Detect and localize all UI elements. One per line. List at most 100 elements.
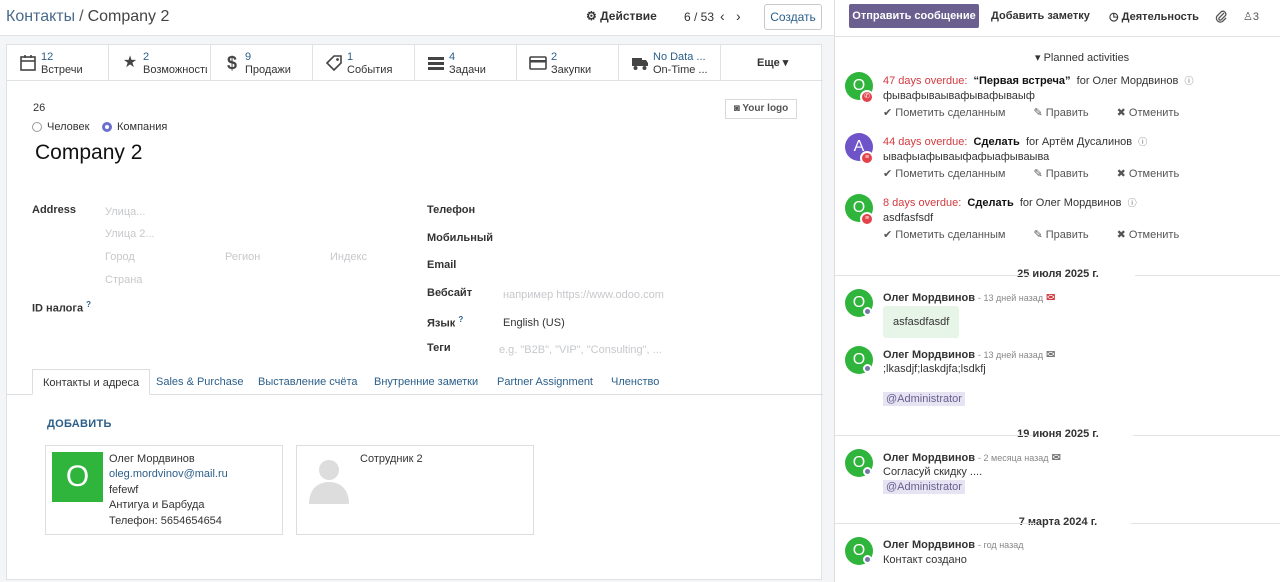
smart-button-tasks[interactable]: 4 Задачи — [415, 45, 517, 81]
activity-summary: Сделать — [973, 136, 1020, 148]
chevron-left-icon[interactable]: ‹ — [720, 8, 725, 24]
cancel-button[interactable]: ✖ Отменить — [1117, 168, 1194, 180]
mention-tag[interactable]: @Administrator — [883, 480, 965, 494]
street2-input[interactable]: Улица 2... — [105, 228, 155, 240]
help-icon[interactable]: ? — [458, 315, 463, 324]
activity-summary: “Первая встреча” — [973, 75, 1071, 87]
overdue-label: 8 days overdue: — [883, 197, 962, 209]
create-button[interactable]: Создать — [764, 4, 822, 30]
radio-label: Человек — [47, 121, 90, 133]
tags-input[interactable]: e.g. "B2B", "VIP", "Consulting", ... — [499, 344, 662, 356]
user-icon: ♙ — [1243, 11, 1253, 23]
cancel-button[interactable]: ✖ Отменить — [1117, 107, 1194, 119]
smart-button-label: On-Time ... — [653, 64, 708, 76]
message-author: Олег Мордвинов - год назад — [883, 539, 1023, 551]
message-time: - 13 дней назад — [978, 293, 1044, 303]
date-label: 25 июля 2025 г. — [1017, 268, 1099, 280]
author-name[interactable]: Олег Мордвинов — [883, 539, 975, 551]
edit-button[interactable]: ✎ Править — [1033, 107, 1102, 119]
smart-button-purchases[interactable]: 2 Закупки — [517, 45, 619, 81]
paperclip-icon[interactable] — [1215, 9, 1227, 26]
action-button[interactable]: ⚙ Действие — [586, 9, 657, 23]
smart-button-opportunities[interactable]: ★ 2 Возможности — [109, 45, 211, 81]
send-message-button[interactable]: Отправить сообщение — [849, 4, 979, 28]
country-select[interactable]: Страна — [105, 274, 142, 286]
planned-activities-toggle[interactable]: ▾ Planned activities — [1035, 51, 1129, 64]
activity-label: Деятельность — [1121, 11, 1199, 23]
divider — [835, 435, 1033, 436]
radio-company[interactable]: Компания — [102, 121, 167, 133]
website-input[interactable]: например https://www.odoo.com — [503, 289, 664, 301]
smart-button-label: Встречи — [41, 64, 83, 76]
radio-person[interactable]: Человек — [32, 121, 89, 133]
smart-button-count: No Data ... — [653, 51, 706, 63]
tab-partner-assignment[interactable]: Partner Assignment — [487, 369, 603, 395]
company-name-field[interactable]: Company 2 — [35, 141, 142, 165]
city-input[interactable]: Город — [105, 251, 135, 263]
clock-icon: ◷ — [1109, 11, 1119, 23]
help-icon[interactable]: ? — [86, 300, 91, 309]
language-select[interactable]: English (US) — [503, 317, 565, 329]
smart-button-count: 2 — [143, 51, 150, 63]
smart-button-sales[interactable]: $ 9 Продажи — [211, 45, 313, 81]
truck-icon — [631, 54, 649, 72]
info-icon[interactable]: ⓘ — [1138, 137, 1147, 147]
zip-input[interactable]: Индекс — [330, 251, 367, 263]
activity-actions: ✔ Пометить сделанным ✎ Править ✖ Отменить — [883, 106, 1207, 119]
tab-invoicing[interactable]: Выставление счёта — [248, 369, 368, 395]
divider — [1133, 435, 1280, 436]
author-name[interactable]: Олег Мордвинов — [883, 349, 975, 361]
tab-sales-purchase[interactable]: Sales & Purchase — [146, 369, 253, 395]
logo-upload[interactable]: ◙ Your logo — [725, 99, 797, 119]
more-button[interactable]: Еще ▾ — [721, 45, 823, 81]
address-label: Address — [32, 204, 77, 216]
smart-buttons-bar: 12 Встречи ★ 2 Возможности $ 9 Продажи 1… — [7, 45, 823, 81]
mark-done-button[interactable]: ✔ Пометить сделанным — [883, 168, 1019, 180]
contact-card[interactable]: O Олег Мордвинов oleg.mordvinov@mail.ru … — [45, 445, 283, 535]
tab-contacts-addresses[interactable]: Контакты и адреса — [32, 369, 151, 395]
log-note-button[interactable]: Добавить заметку — [991, 10, 1090, 22]
message-time: - 2 месяца назад — [978, 453, 1049, 463]
mark-done-button[interactable]: ✔ Пометить сделанным — [883, 229, 1019, 241]
smart-button-events[interactable]: 1 События — [313, 45, 415, 81]
envelope-icon: ✉ — [1046, 349, 1056, 361]
info-icon[interactable]: ⓘ — [1128, 198, 1137, 208]
activity-note: asdfasfsdf — [883, 212, 934, 224]
breadcrumb-parent[interactable]: Контакты — [6, 8, 75, 25]
message-time: - 13 дней назад — [978, 350, 1044, 360]
message-body: Согласуй скидку .... — [883, 466, 983, 478]
radio-label: Компания — [117, 121, 168, 133]
edit-button[interactable]: ✎ Править — [1033, 168, 1102, 180]
pager-value[interactable]: 6 / 53 — [684, 10, 714, 24]
tags-label: Теги — [427, 342, 451, 354]
app-root: Контакты / Company 2 ⚙ Действие 6 / 53 ‹ ›… — [0, 0, 1280, 582]
message-body: ;lkasdjf;laskdjfa;lsdkfj — [883, 363, 986, 375]
edit-button[interactable]: ✎ Править — [1033, 229, 1102, 241]
cancel-button[interactable]: ✖ Отменить — [1117, 229, 1194, 241]
message-mention[interactable]: @Administrator — [883, 392, 965, 406]
street-input[interactable]: Улица... — [105, 206, 145, 218]
language-label-text: Язык — [427, 317, 456, 330]
followers-button[interactable]: ♙3 — [1243, 10, 1259, 23]
status-dot — [863, 467, 872, 476]
contact-card[interactable]: Сотрудник 2 — [296, 445, 534, 535]
author-name[interactable]: Олег Мордвинов — [883, 292, 975, 304]
info-icon[interactable]: ⓘ — [1184, 76, 1193, 86]
smart-button-count: 9 — [245, 51, 252, 63]
smart-button-meetings[interactable]: 12 Встречи — [7, 45, 109, 81]
chevron-right-icon[interactable]: › — [736, 8, 741, 24]
mark-done-button[interactable]: ✔ Пометить сделанным — [883, 107, 1019, 119]
message-mention[interactable]: @Administrator — [883, 480, 965, 494]
schedule-activity-button[interactable]: ◷ Деятельность — [1109, 10, 1199, 23]
smart-button-count: 12 — [41, 51, 54, 63]
mention-tag[interactable]: @Administrator — [883, 392, 965, 406]
contact-email[interactable]: oleg.mordvinov@mail.ru — [109, 468, 228, 480]
smart-button-on-time[interactable]: No Data ... On-Time ... — [619, 45, 721, 81]
author-name[interactable]: Олег Мордвинов — [883, 452, 975, 464]
message-author: Олег Мордвинов - 2 месяца назад ✉ — [883, 451, 1061, 464]
state-select[interactable]: Регион — [225, 251, 260, 263]
tab-membership[interactable]: Членство — [601, 369, 669, 395]
add-contact-button[interactable]: ДОБАВИТЬ — [47, 418, 112, 430]
message-body: Контакт создано — [883, 554, 967, 566]
tab-internal-notes[interactable]: Внутренние заметки — [364, 369, 488, 395]
